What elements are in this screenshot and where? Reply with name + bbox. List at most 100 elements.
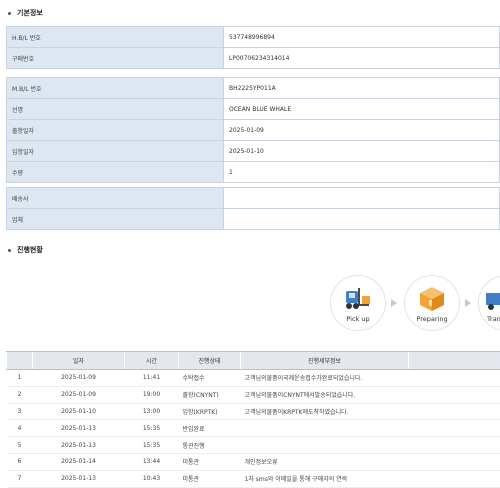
info-row: M.B/L 번호 BH2225YP011A bbox=[7, 78, 500, 99]
info-value: BH2225YP011A bbox=[224, 78, 500, 99]
cell-extra bbox=[409, 386, 500, 403]
step-label: Pick up bbox=[331, 315, 385, 323]
cell-date: 2025-01-13 bbox=[33, 420, 125, 437]
col-header-extra bbox=[409, 352, 500, 370]
cell-detail bbox=[241, 420, 409, 437]
cell-status: 수탁접수 bbox=[179, 370, 241, 387]
info-value bbox=[224, 188, 500, 209]
cell-time: 19:00 bbox=[125, 386, 179, 403]
bullet-icon bbox=[8, 249, 11, 252]
col-header-date: 일자 bbox=[33, 352, 125, 370]
cell-status: 미통관 bbox=[179, 453, 241, 470]
col-header-no bbox=[7, 352, 33, 370]
cell-date: 2025-01-14 bbox=[33, 453, 125, 470]
transport-icon bbox=[484, 285, 500, 317]
info-row: 구매번호 LP00706234314014 bbox=[7, 48, 500, 69]
cell-extra bbox=[409, 420, 500, 437]
info-value: OCEAN BLUE WHALE bbox=[224, 99, 500, 120]
info-row: 수량 1 bbox=[7, 162, 500, 183]
info-value: 2025-01-09 bbox=[224, 120, 500, 141]
package-box-icon bbox=[417, 285, 447, 317]
col-header-detail: 진행세부정보 bbox=[241, 352, 409, 370]
cell-status: 미통관 bbox=[179, 470, 241, 487]
cell-no: 6 bbox=[7, 453, 33, 470]
info-label: 출항일자 bbox=[7, 120, 224, 141]
cell-date: 2025-01-09 bbox=[33, 386, 125, 403]
info-row: H.B/L 번호 537748996894 bbox=[7, 27, 500, 48]
info-row: 선명 OCEAN BLUE WHALE bbox=[7, 99, 500, 120]
cell-detail: 고객님의물품이국제운송접수가완료되었습니다. bbox=[241, 370, 409, 387]
info-label: M.B/L 번호 bbox=[7, 78, 224, 99]
basic-info-table-1: H.B/L 번호 537748996894 구매번호 LP00706234314… bbox=[6, 26, 500, 69]
basic-info-title-text: 기본정보 bbox=[17, 9, 43, 17]
cell-time: 15:35 bbox=[125, 437, 179, 454]
cell-extra bbox=[409, 470, 500, 487]
cell-time: 10:43 bbox=[125, 470, 179, 487]
cell-date: 2025-01-10 bbox=[33, 403, 125, 420]
info-row: 입항일자 2025-01-10 bbox=[7, 141, 500, 162]
basic-info-title: 기본정보 bbox=[8, 8, 43, 18]
table-row: 3 2025-01-10 13:00 입항(KRPTK) 고객님의물품이KRPT… bbox=[7, 403, 500, 420]
info-label: 구매번호 bbox=[7, 48, 224, 69]
progress-title: 진행현황 bbox=[8, 245, 43, 255]
info-value: 537748996894 bbox=[224, 27, 500, 48]
basic-info-table-2: M.B/L 번호 BH2225YP011A 선명 OCEAN BLUE WHAL… bbox=[6, 77, 500, 183]
step-label: Tran bbox=[479, 315, 500, 323]
col-header-status: 진행상태 bbox=[179, 352, 241, 370]
cell-status: 반입완료 bbox=[179, 420, 241, 437]
cell-date: 2025-01-09 bbox=[33, 370, 125, 387]
info-label: 입항일자 bbox=[7, 141, 224, 162]
bullet-icon bbox=[8, 12, 11, 15]
cell-time: 13:44 bbox=[125, 453, 179, 470]
info-label: 배송사 bbox=[7, 188, 224, 209]
cell-time: 15:35 bbox=[125, 420, 179, 437]
info-value: 2025-01-10 bbox=[224, 141, 500, 162]
info-value bbox=[224, 209, 500, 230]
table-row: 2 2025-01-09 19:00 출항(CNYNT) 고객님의물품이CNYN… bbox=[7, 386, 500, 403]
step-transport: Tran bbox=[478, 275, 500, 331]
info-value: 1 bbox=[224, 162, 500, 183]
cell-no: 5 bbox=[7, 437, 33, 454]
cell-no: 1 bbox=[7, 370, 33, 387]
cell-detail: 개인정보오류 bbox=[241, 453, 409, 470]
arrow-right-icon bbox=[465, 299, 471, 307]
info-row: 출항일자 2025-01-09 bbox=[7, 120, 500, 141]
arrow-right-icon bbox=[391, 299, 397, 307]
col-header-time: 시간 bbox=[125, 352, 179, 370]
cell-no: 3 bbox=[7, 403, 33, 420]
progress-table-header: 일자 시간 진행상태 진행세부정보 bbox=[7, 352, 500, 370]
cell-extra bbox=[409, 437, 500, 454]
cell-time: 13:00 bbox=[125, 403, 179, 420]
cell-time: 11:41 bbox=[125, 370, 179, 387]
cell-no: 7 bbox=[7, 470, 33, 487]
table-row: 6 2025-01-14 13:44 미통관 개인정보오류 bbox=[7, 453, 500, 470]
step-pickup: Pick up bbox=[330, 275, 386, 331]
info-value: LP00706234314014 bbox=[224, 48, 500, 69]
info-row: 업체 bbox=[7, 209, 500, 230]
table-row: 4 2025-01-13 15:35 반입완료 bbox=[7, 420, 500, 437]
table-row: 7 2025-01-13 10:43 미통관 1차 sms와 이메일을 통해 구… bbox=[7, 470, 500, 487]
info-label: 수량 bbox=[7, 162, 224, 183]
cell-detail bbox=[241, 437, 409, 454]
progress-table: 일자 시간 진행상태 진행세부정보 1 2025-01-09 11:41 수탁접… bbox=[6, 351, 500, 488]
step-label: Preparing bbox=[405, 315, 459, 323]
cell-date: 2025-01-13 bbox=[33, 470, 125, 487]
cell-status: 입항(KRPTK) bbox=[179, 403, 241, 420]
cell-status: 출항(CNYNT) bbox=[179, 386, 241, 403]
cell-detail: 고객님의물품이KRPTK에도착하였습니다. bbox=[241, 403, 409, 420]
cell-extra bbox=[409, 370, 500, 387]
progress-steps: Pick up Preparing Tran bbox=[330, 275, 500, 333]
table-row: 5 2025-01-13 15:35 통관진행 bbox=[7, 437, 500, 454]
info-label: 업체 bbox=[7, 209, 224, 230]
progress-title-text: 진행현황 bbox=[17, 246, 43, 254]
forklift-icon bbox=[342, 285, 374, 317]
cell-date: 2025-01-13 bbox=[33, 437, 125, 454]
info-row: 배송사 bbox=[7, 188, 500, 209]
cell-extra bbox=[409, 453, 500, 470]
info-label: H.B/L 번호 bbox=[7, 27, 224, 48]
cell-detail: 1차 sms와 이메일을 통해 구매자의 연락 bbox=[241, 470, 409, 487]
cell-no: 2 bbox=[7, 386, 33, 403]
table-row: 1 2025-01-09 11:41 수탁접수 고객님의물품이국제운송접수가완료… bbox=[7, 370, 500, 387]
info-label: 선명 bbox=[7, 99, 224, 120]
cell-status: 통관진행 bbox=[179, 437, 241, 454]
